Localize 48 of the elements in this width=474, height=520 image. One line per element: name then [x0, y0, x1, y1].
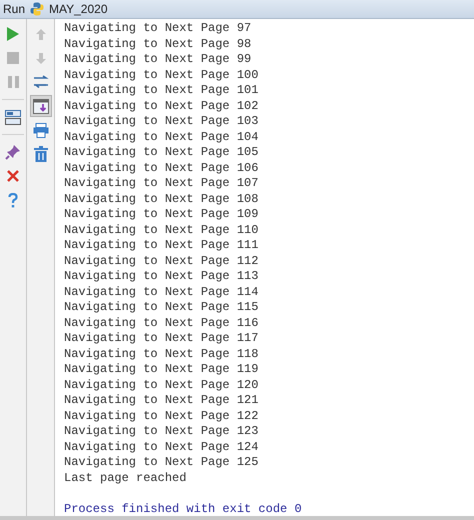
arrow-up-icon [34, 28, 46, 40]
console-line: Navigating to Next Page 119 [64, 362, 258, 378]
layout-icon [5, 110, 21, 124]
run-icon [6, 26, 20, 42]
console-line: Navigating to Next Page 123 [64, 424, 258, 440]
console-line: Navigating to Next Page 105 [64, 145, 258, 160]
console-line: Navigating to Next Page 118 [64, 346, 258, 362]
help-icon [8, 192, 18, 208]
console-line: Navigating to Next Page 122 [64, 408, 258, 424]
console-line: Navigating to Next Page 113 [64, 269, 258, 284]
console-line: Navigating to Next Page 117 [64, 331, 258, 346]
console-line: Navigating to Next Page 110 [64, 222, 258, 238]
console-line: Navigating to Next Page 109 [64, 207, 258, 222]
console-line: Navigating to Next Page 102 [64, 98, 258, 114]
tool-window-title: Run [3, 1, 26, 18]
scroll-to-end-icon [32, 98, 48, 114]
console-line: Navigating to Next Page 104 [64, 130, 258, 145]
console-line: Navigating to Next Page 99 [64, 52, 252, 68]
console-line: Navigating to Next Page 107 [64, 176, 258, 192]
stop-icon [7, 52, 19, 64]
console-line: Navigating to Next Page 108 [64, 192, 258, 207]
run-config-tab[interactable]: MAY_2020 [49, 0, 108, 18]
console-line: Navigating to Next Page 97 [64, 21, 252, 36]
console-line: Navigating to Next Page 100 [64, 68, 258, 83]
console-line: Navigating to Next Page 115 [64, 300, 258, 316]
printer-icon [32, 122, 48, 138]
console-line: Navigating to Next Page 101 [64, 83, 258, 98]
console-line: Navigating to Next Page 98 [64, 36, 252, 52]
console-line: Navigating to Next Page 120 [64, 378, 258, 393]
pause-icon [8, 76, 18, 88]
console-line: Last page reached [64, 470, 186, 486]
console-line: Navigating to Next Page 106 [64, 160, 258, 176]
console-line: Navigating to Next Page 125 [64, 455, 258, 470]
console-line: Navigating to Next Page 103 [64, 114, 258, 130]
console-line: Navigating to Next Page 116 [64, 316, 258, 331]
console-line: Navigating to Next Page 121 [64, 393, 258, 408]
toolbar-button[interactable] [30, 95, 52, 117]
pin-icon [5, 144, 21, 160]
soft-wrap-icon [32, 75, 48, 89]
console-line: Navigating to Next Page 112 [64, 254, 258, 269]
trash-icon [34, 146, 48, 162]
python-logo-icon [30, 2, 44, 16]
exit-message: Process finished with exit code 0 [64, 502, 302, 517]
close-icon [7, 170, 19, 182]
console-line: Navigating to Next Page 111 [64, 238, 258, 254]
console-line: Navigating to Next Page 114 [64, 284, 258, 300]
console-line: Navigating to Next Page 124 [64, 440, 258, 455]
arrow-down-icon [34, 52, 46, 64]
